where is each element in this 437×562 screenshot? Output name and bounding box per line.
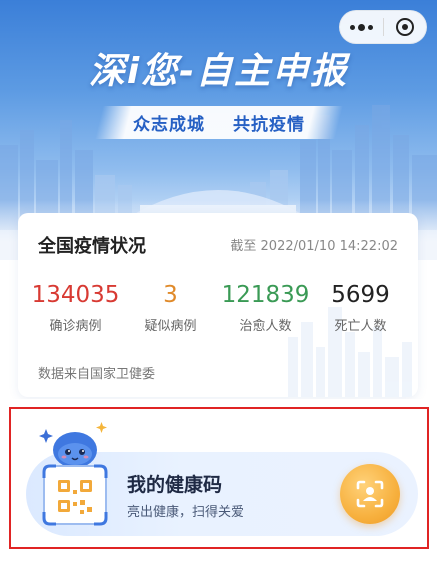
stat-confirmed: 134035 确诊病例: [28, 281, 123, 334]
mini-program-capsule: [339, 10, 427, 44]
stat-label: 疑似病例: [144, 319, 197, 334]
health-code-button[interactable]: [340, 464, 400, 524]
data-source-note: 数据来自国家卫健委: [38, 367, 156, 382]
slogan-left: 众志成城: [132, 115, 205, 135]
mascot-qr-icon: [39, 422, 108, 526]
stat-deaths: 5699 死亡人数: [313, 281, 408, 334]
stat-value: 3: [163, 282, 178, 308]
stat-label: 确诊病例: [49, 319, 102, 334]
stats-timestamp: 截至 2022/01/10 14:22:02: [230, 239, 398, 254]
slogan-right: 共抗疫情: [232, 115, 305, 135]
stats-row: 134035 确诊病例 3 疑似病例 121839 治愈人数 5699 死亡人数: [28, 281, 408, 334]
stat-value: 5699: [331, 282, 390, 308]
stat-value: 121839: [221, 282, 310, 308]
stat-recovered: 121839 治愈人数: [218, 281, 313, 334]
health-code-subtitle: 亮出健康，扫得关爱: [127, 505, 245, 520]
epidemic-stats-card[interactable]: 全国疫情状况 截至 2022/01/10 14:22:02 134035 确诊病…: [18, 213, 418, 397]
health-code-title[interactable]: 我的健康码: [127, 470, 222, 497]
stats-title: 全国疫情状况: [38, 236, 146, 257]
person-scan-icon: [356, 480, 384, 508]
stat-value: 134035: [31, 282, 120, 308]
close-circle-icon[interactable]: [384, 10, 426, 44]
stat-label: 治愈人数: [239, 319, 292, 334]
stat-suspected: 3 疑似病例: [123, 281, 218, 334]
more-dots-icon[interactable]: [340, 10, 383, 44]
page-title: 深i您-自主申报: [88, 51, 349, 92]
slogan-banner: 众志成城 共抗疫情: [0, 106, 437, 139]
stat-label: 死亡人数: [334, 319, 387, 334]
